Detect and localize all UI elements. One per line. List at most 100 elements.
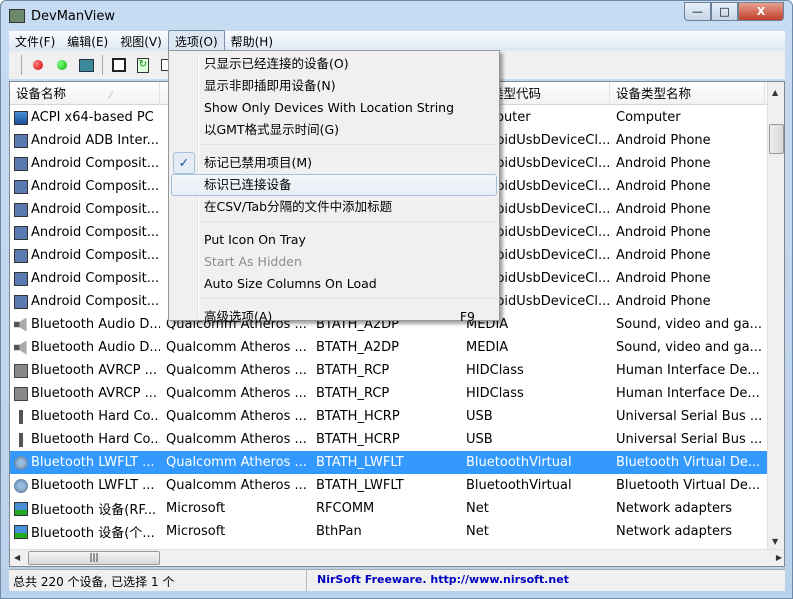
cell-c3: BthPan xyxy=(316,524,362,539)
scroll-left-icon[interactable]: ◀ xyxy=(14,553,20,562)
cell-c5: Human Interface De... xyxy=(616,363,760,378)
bt-icon xyxy=(14,478,28,493)
cell-c4: HIDClass xyxy=(466,363,524,378)
android-icon xyxy=(14,294,28,309)
cell-c3: BTATH_A2DP xyxy=(316,340,399,355)
menu-edit[interactable]: 编辑(E) xyxy=(61,31,114,52)
cell-c5: Android Phone xyxy=(616,294,711,309)
network-icon xyxy=(14,501,28,516)
table-row[interactable]: Bluetooth Hard Co... Qualcomm Atheros ...… xyxy=(10,428,768,451)
hardware-icon xyxy=(78,58,94,72)
column-header-device-type-name[interactable]: 设备类型名称 xyxy=(610,82,765,105)
save-button[interactable] xyxy=(111,57,127,73)
android-icon xyxy=(14,202,28,217)
cell-device-name: Bluetooth LWFLT ... xyxy=(10,455,160,470)
menu-item[interactable]: 高级选项(A) F9 xyxy=(171,306,497,328)
menu-view[interactable]: 视图(V) xyxy=(114,31,168,52)
cell-c5: Android Phone xyxy=(616,179,711,194)
cell-c3: RFCOMM xyxy=(316,501,375,516)
close-button[interactable]: X xyxy=(738,2,784,21)
menu-file[interactable]: 文件(F) xyxy=(9,31,61,52)
menu-item-label: 在CSV/Tab分隔的文件中添加标题 xyxy=(204,199,393,214)
cell-c2: Qualcomm Atheros ... xyxy=(166,478,307,493)
menu-item-label: 显示非即插即用设备(N) xyxy=(204,78,336,93)
cell-device-name: Bluetooth Audio D... xyxy=(10,340,160,355)
horizontal-scroll-thumb[interactable]: ||| xyxy=(28,551,160,565)
column-header-device-name[interactable]: 设备名称 ⁄ xyxy=(10,82,160,105)
table-row[interactable]: Bluetooth AVRCP ... Qualcomm Atheros ... B… xyxy=(10,382,768,405)
bt-icon xyxy=(14,455,28,470)
cell-c5: Network adapters xyxy=(616,501,733,516)
enable-device-button[interactable] xyxy=(54,57,70,73)
scroll-down-icon[interactable]: ▼ xyxy=(772,537,778,546)
refresh-button[interactable]: ↻ xyxy=(135,57,151,73)
menu-item[interactable]: 在CSV/Tab分隔的文件中添加标题 xyxy=(171,196,497,218)
vertical-scrollbar[interactable]: ▲ ▼ xyxy=(767,82,784,550)
red-dot-icon xyxy=(33,60,43,70)
menu-item-label: 标识已连接设备 xyxy=(204,177,292,192)
device-name: Android Composit... xyxy=(31,248,160,263)
menu-help[interactable]: 帮助(H) xyxy=(225,31,279,52)
table-row[interactable]: Bluetooth AVRCP ... Qualcomm Atheros ... B… xyxy=(10,359,768,382)
cell-device-name: Bluetooth 设备(个... xyxy=(10,522,160,541)
title-bar: DevManView xyxy=(9,6,115,26)
cell-c4: Net xyxy=(466,501,489,516)
menu-item-label: 标记已禁用项目(M) xyxy=(204,155,313,170)
android-icon xyxy=(14,271,28,286)
cell-c4: Net xyxy=(466,524,489,539)
menu-item[interactable]: 以GMT格式显示时间(G) xyxy=(171,119,497,141)
cell-device-name: Android Composit... xyxy=(10,271,160,286)
table-row[interactable]: Bluetooth 设备(RF... Microsoft RFCOMM Net Netw… xyxy=(10,497,768,520)
cell-c5: Sound, video and ga... xyxy=(616,340,763,355)
menu-item[interactable]: Put Icon On Tray xyxy=(171,229,497,251)
scroll-up-icon[interactable]: ▲ xyxy=(772,88,778,97)
cell-device-name: Bluetooth Hard Co... xyxy=(10,409,160,424)
table-row[interactable]: Bluetooth Audio D... Qualcomm Atheros ...… xyxy=(10,336,768,359)
menu-item[interactable]: 标识已连接设备 xyxy=(171,174,497,196)
menu-item[interactable]: 显示非即插即用设备(N) xyxy=(171,75,497,97)
menu-item[interactable]: Auto Size Columns On Load xyxy=(171,273,497,295)
scroll-right-icon[interactable]: ▶ xyxy=(776,553,782,562)
cell-c2: Qualcomm Atheros ... xyxy=(166,386,307,401)
cell-c4: BluetoothVirtual xyxy=(466,455,572,470)
device-name: Android Composit... xyxy=(31,179,160,194)
computer-icon xyxy=(14,110,28,125)
vertical-scroll-thumb[interactable] xyxy=(769,124,784,154)
cell-c4: USB xyxy=(466,432,493,447)
cell-c5: Sound, video and ga... xyxy=(616,317,763,332)
menu-item[interactable]: Show Only Devices With Location String xyxy=(171,97,497,119)
cell-device-name: Bluetooth Audio D... xyxy=(10,317,160,332)
app-icon xyxy=(9,9,25,23)
device-name: Bluetooth Audio D... xyxy=(31,317,160,332)
table-row[interactable]: Bluetooth 设备(个... Microsoft BthPan Net Netwo… xyxy=(10,520,768,543)
cell-c3: BTATH_RCP xyxy=(316,386,390,401)
device-name: Android Composit... xyxy=(31,225,160,240)
cell-c5: Android Phone xyxy=(616,271,711,286)
menu-item[interactable]: Start As Hidden xyxy=(171,251,497,273)
cell-c5: Universal Serial Bus ... xyxy=(616,432,763,447)
cell-c4: BluetoothVirtual xyxy=(466,478,572,493)
cell-c2: Microsoft xyxy=(166,501,226,516)
table-row[interactable]: Bluetooth LWFLT ... Qualcomm Atheros ... B… xyxy=(10,474,768,497)
menu-item[interactable]: ✓ 标记已禁用项目(M) xyxy=(171,152,497,174)
window-title: DevManView xyxy=(31,8,115,24)
android-icon xyxy=(14,225,28,240)
hardware-button[interactable] xyxy=(78,57,94,73)
refresh-icon: ↻ xyxy=(137,57,149,73)
disable-device-button[interactable] xyxy=(30,57,46,73)
cell-device-name: Bluetooth Hard Co... xyxy=(10,432,160,447)
minimize-button[interactable]: — xyxy=(684,2,711,21)
device-name: Bluetooth AVRCP ... xyxy=(31,363,158,378)
menu-separator xyxy=(201,221,497,229)
table-row[interactable]: Bluetooth LWFLT ... Qualcomm Atheros ... B… xyxy=(10,451,768,474)
menu-item[interactable]: 只显示已经连接的设备(O) xyxy=(171,53,497,75)
nirsoft-link[interactable]: NirSoft Freeware. http://www.nirsoft.net xyxy=(307,570,579,591)
cell-device-name: Android Composit... xyxy=(10,202,160,217)
device-name: Bluetooth LWFLT ... xyxy=(31,478,155,493)
maximize-button[interactable]: □ xyxy=(711,2,738,21)
horizontal-scrollbar[interactable]: ◀ ||| ▶ xyxy=(10,549,784,566)
toolbar-divider xyxy=(102,55,103,75)
cell-c5: Human Interface De... xyxy=(616,386,760,401)
cell-c2: Qualcomm Atheros ... xyxy=(166,409,307,424)
table-row[interactable]: Bluetooth Hard Co... Qualcomm Atheros ...… xyxy=(10,405,768,428)
